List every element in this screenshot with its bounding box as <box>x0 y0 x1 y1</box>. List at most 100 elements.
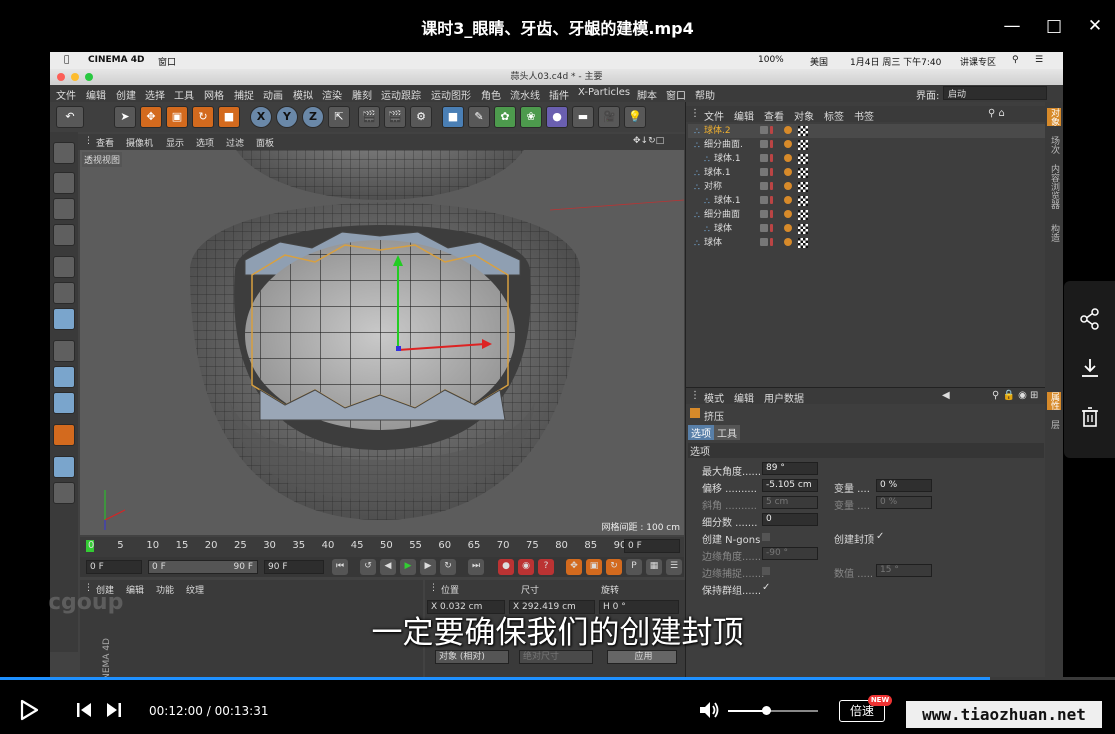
obj-search-icon[interactable]: ⚲ ⌂ <box>988 108 1005 119</box>
obj-menu-bookmarks[interactable]: 书签 <box>854 108 874 123</box>
tag-icon[interactable] <box>784 210 792 218</box>
tag-icon[interactable] <box>784 224 792 232</box>
layer-checkbox[interactable] <box>760 154 768 162</box>
object-row[interactable]: ∴ 球体.1 <box>688 152 1046 166</box>
layer-checkbox[interactable] <box>760 182 768 190</box>
offset-field[interactable]: -5.105 cm <box>762 479 818 492</box>
visibility-dots[interactable] <box>770 210 773 218</box>
menu-mograph[interactable]: 运动图形 <box>431 87 471 102</box>
object-cube-icon[interactable]: ■ <box>218 106 240 128</box>
visibility-dots[interactable] <box>770 196 773 204</box>
side-tab-content-browser[interactable]: 内容浏览器 <box>1047 164 1061 209</box>
texture-mode-icon[interactable] <box>53 198 75 220</box>
menu-mesh[interactable]: 网格 <box>204 87 224 102</box>
key-rot-icon[interactable]: ↻ <box>606 559 622 575</box>
object-row[interactable]: ∴ 球体.1 <box>688 194 1046 208</box>
floor-icon[interactable]: ▬ <box>572 106 594 128</box>
make-editable-icon[interactable] <box>53 142 75 164</box>
menu-snap[interactable]: 捕捉 <box>234 87 254 102</box>
layer-checkbox[interactable] <box>760 140 768 148</box>
render-view-icon[interactable]: 🎬 <box>358 106 380 128</box>
menu-help[interactable]: 帮助 <box>695 87 715 102</box>
tag-icon[interactable] <box>784 140 792 148</box>
object-row[interactable]: ∴ 对称 <box>688 180 1046 194</box>
tag-icon[interactable] <box>784 182 792 190</box>
value-field[interactable]: 15 ° <box>876 564 932 577</box>
next-frame-icon[interactable]: ▶ <box>420 559 436 575</box>
tag-icon[interactable] <box>784 154 792 162</box>
generator-icon[interactable]: ✿ <box>494 106 516 128</box>
key-param-icon[interactable]: P <box>626 559 642 575</box>
next-icon[interactable] <box>104 698 124 727</box>
autokey-icon[interactable]: ◉ <box>518 559 534 575</box>
points-mode-icon[interactable] <box>53 256 75 278</box>
material-tag-icon[interactable] <box>798 238 808 248</box>
cube-primitive-icon[interactable]: ■ <box>442 106 464 128</box>
model-mode-icon[interactable] <box>53 172 75 194</box>
tab-tool[interactable]: 工具 <box>714 425 740 440</box>
material-tag-icon[interactable] <box>798 196 808 206</box>
workplane-icon[interactable] <box>53 224 75 246</box>
material-tag-icon[interactable] <box>798 224 808 234</box>
volume-knob[interactable] <box>761 706 771 715</box>
minimize-dot-icon[interactable] <box>71 73 79 81</box>
y-axis-icon[interactable]: Y <box>276 106 298 128</box>
share-icon[interactable] <box>1078 308 1102 332</box>
next-key-icon[interactable]: ↻ <box>440 559 456 575</box>
z-axis-icon[interactable]: Z <box>302 106 324 128</box>
viewport-menu-filter[interactable]: 过滤 <box>226 136 244 149</box>
object-row[interactable]: ∴ 球体 <box>688 222 1046 236</box>
menu-tools[interactable]: 工具 <box>174 87 194 102</box>
move-tool-icon[interactable]: ✥ <box>140 106 162 128</box>
snap-icon[interactable] <box>53 424 75 446</box>
viewport-menu-view[interactable]: 查看 <box>96 136 114 149</box>
obj-menu-tags[interactable]: 标签 <box>824 108 844 123</box>
layer-checkbox[interactable] <box>760 210 768 218</box>
select-tool-icon[interactable]: ➤ <box>114 106 136 128</box>
viewport-menu-panel[interactable]: 面板 <box>256 136 274 149</box>
create-ngons-checkbox[interactable] <box>762 533 770 541</box>
material-tag-icon[interactable] <box>798 140 808 150</box>
material-tag-icon[interactable] <box>798 210 808 220</box>
edge-snap-checkbox[interactable] <box>762 567 770 575</box>
volume-slider[interactable] <box>728 706 818 715</box>
menu-edit[interactable]: 编辑 <box>86 87 106 102</box>
subdivision-field[interactable]: 0 <box>762 513 818 526</box>
previous-icon[interactable] <box>74 698 94 727</box>
variance2-field[interactable]: 0 % <box>876 496 932 509</box>
attr-tools-icon[interactable]: ⚲ 🔒 ◉ ⊞ <box>992 390 1038 401</box>
rotate-tool-icon[interactable]: ↻ <box>192 106 214 128</box>
visibility-dots[interactable] <box>770 154 773 162</box>
object-row[interactable]: ∴ 细分曲面. <box>688 138 1046 152</box>
go-end-icon[interactable]: ⏭ <box>468 559 484 575</box>
menu-select[interactable]: 选择 <box>145 87 165 102</box>
material-tag-icon[interactable] <box>798 182 808 192</box>
object-row[interactable]: ∴ 球体.1 <box>688 166 1046 180</box>
mograph-icon[interactable]: ❀ <box>520 106 542 128</box>
object-row[interactable]: ∴ 细分曲面 <box>688 208 1046 222</box>
polygons-mode-icon[interactable] <box>53 308 75 330</box>
render-picture-icon[interactable]: 🎬 <box>384 106 406 128</box>
max-angle-field[interactable]: 89 ° <box>762 462 818 475</box>
material-tag-icon[interactable] <box>798 154 808 164</box>
go-start-icon[interactable]: ⏮ <box>332 559 348 575</box>
apply-button[interactable]: 应用 <box>607 650 677 664</box>
render-settings-icon[interactable]: ⚙ <box>410 106 432 128</box>
material-menu-texture[interactable]: 纹理 <box>186 583 204 596</box>
solo-mode-icon[interactable] <box>53 392 75 414</box>
key-pla-icon[interactable]: ▦ <box>646 559 662 575</box>
keyframe-select-icon[interactable]: ? <box>538 559 554 575</box>
visibility-dots[interactable] <box>770 182 773 190</box>
minimize-icon[interactable]: — <box>1000 14 1024 38</box>
key-scale-icon[interactable]: ▣ <box>586 559 602 575</box>
viewport-menu-display[interactable]: 显示 <box>166 136 184 149</box>
video-frame[interactable]:  CINEMA 4D 窗口 100% 美国 1月4日 周三 下午7:40 讲课… <box>50 52 1063 683</box>
frame-start-field[interactable]: 0 F <box>86 560 142 574</box>
camera-icon[interactable]: 🎥 <box>598 106 620 128</box>
download-icon[interactable] <box>1078 357 1102 381</box>
close-dot-icon[interactable] <box>57 73 65 81</box>
tag-icon[interactable] <box>784 238 792 246</box>
menu-motion-tracking[interactable]: 运动跟踪 <box>381 87 421 102</box>
obj-menu-object[interactable]: 对象 <box>794 108 814 123</box>
visibility-dots[interactable] <box>770 168 773 176</box>
